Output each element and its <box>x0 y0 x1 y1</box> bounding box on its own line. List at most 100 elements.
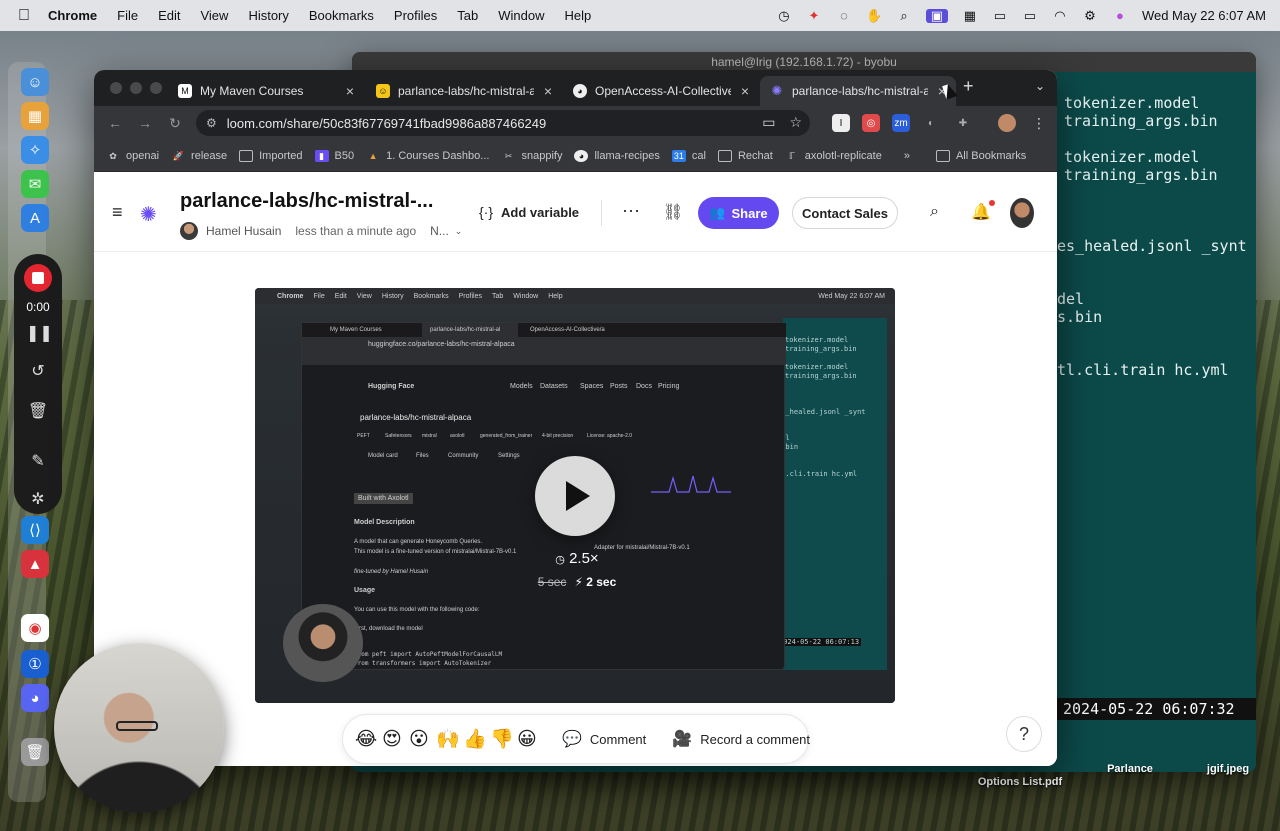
menu-window[interactable]: Window <box>498 8 544 23</box>
tab-loom[interactable]: ✺ parlance-labs/hc-mistral-alp × <box>760 76 956 106</box>
draw-pen-icon[interactable]: ✎ <box>26 450 50 474</box>
thumbs-up-reaction-icon[interactable]: 👍 <box>463 727 487 751</box>
video-player[interactable]: Chrome File Edit View History Bookmarks … <box>255 288 895 703</box>
bookmark-item[interactable]: 🚀 release <box>171 150 227 162</box>
wifi-icon[interactable]: ◠ <box>1052 8 1068 23</box>
red-app-icon[interactable]: ▲ <box>21 550 49 578</box>
play-button[interactable] <box>535 456 615 536</box>
presenter-webcam[interactable] <box>54 643 224 813</box>
close-tab-icon[interactable]: × <box>741 83 749 99</box>
copy-link-icon[interactable]: ⛓ <box>663 202 683 222</box>
chrome-icon[interactable]: ◉ <box>21 614 49 642</box>
display-icon[interactable]: ▭ <box>992 8 1008 23</box>
discord-icon[interactable]: ◕ <box>21 684 49 712</box>
record-comment-button[interactable]: 🎥 Record a comment <box>672 729 810 749</box>
cast-icon[interactable]: ▭ <box>762 114 775 131</box>
tab-maven-courses[interactable]: M My Maven Courses × <box>168 76 364 106</box>
bookmark-item[interactable]: ✂ snappify <box>501 150 563 162</box>
all-bookmarks[interactable]: All Bookmarks <box>935 149 1026 162</box>
surprised-reaction-icon[interactable]: 😮 <box>409 728 429 751</box>
messages-icon[interactable]: ✉ <box>21 170 49 198</box>
back-icon[interactable]: ← <box>106 115 124 131</box>
bookmark-item[interactable]: 31 cal <box>671 149 706 162</box>
menu-app-name[interactable]: Chrome <box>48 8 97 23</box>
forward-icon[interactable]: → <box>136 115 154 131</box>
vscode-icon[interactable]: ⟨⟩ <box>21 516 49 544</box>
chrome-menu-icon[interactable]: ⋮ <box>1030 114 1048 132</box>
finder-icon[interactable]: ☺ <box>21 68 49 96</box>
share-button[interactable]: 👥 Share <box>698 197 779 229</box>
bookmark-item[interactable]: ℾaxolotl-replicate <box>785 150 882 162</box>
chevron-down-icon[interactable]: ⌄ <box>455 226 463 237</box>
clock-status-icon[interactable]: ◷ <box>776 8 792 23</box>
bookmark-item[interactable]: Imported <box>239 149 303 162</box>
trash-icon[interactable]: 🗑 <box>21 738 49 766</box>
bookmark-item[interactable]: ◕ llama-recipes <box>574 149 660 162</box>
safari-icon[interactable]: ✧ <box>21 136 49 164</box>
desktop-file-label[interactable]: jgif.jpeg <box>1198 763 1258 775</box>
author-name[interactable]: Hamel Husain <box>206 224 281 238</box>
menu-profiles[interactable]: Profiles <box>394 8 437 23</box>
zoom-window-button[interactable] <box>150 82 162 94</box>
thumbs-down-reaction-icon[interactable]: 👎 <box>490 727 514 751</box>
desktop-file-label[interactable]: Options List.pdf <box>975 776 1065 788</box>
more-bookmarks-icon[interactable]: » <box>904 150 910 162</box>
menu-file[interactable]: File <box>117 8 138 23</box>
reload-icon[interactable]: ↻ <box>166 115 184 132</box>
menu-help[interactable]: Help <box>565 8 592 23</box>
stop-recording-button[interactable] <box>24 264 52 292</box>
desktop-file-label[interactable]: Parlance <box>1100 763 1160 775</box>
profile-avatar[interactable] <box>998 114 1016 132</box>
minimize-window-button[interactable] <box>130 82 142 94</box>
app-store-icon[interactable]: A <box>21 204 49 232</box>
search-icon[interactable]: ⌕ <box>896 8 912 23</box>
siri-icon[interactable]: ● <box>1112 8 1128 23</box>
close-tab-icon[interactable]: × <box>544 83 552 99</box>
more-options-icon[interactable]: ··· <box>622 200 640 221</box>
dropbox-icon[interactable]: ✦ <box>806 8 822 23</box>
speed-indicator[interactable]: ◷ 2.5× 5 sec ⚡ 2 sec <box>537 550 617 598</box>
pause-icon[interactable]: ❚❚ <box>26 322 53 346</box>
new-tab-button[interactable]: + <box>963 76 974 97</box>
raised-hands-reaction-icon[interactable]: 🙌 <box>436 727 460 751</box>
launchpad-icon[interactable]: ▦ <box>21 102 49 130</box>
menu-history[interactable]: History <box>248 8 288 23</box>
notifications-bell-icon[interactable]: 🔔 <box>971 200 995 222</box>
video-title[interactable]: parlance-labs/hc-mistral-... <box>180 190 433 213</box>
folder-selector[interactable]: N... <box>430 224 449 238</box>
bookmark-star-icon[interactable]: ☆ <box>789 114 802 131</box>
grid-icon[interactable]: ▦ <box>962 8 978 23</box>
extension-moon-icon[interactable]: ◐ <box>922 114 940 132</box>
tab-github[interactable]: ◕ OpenAccess-AI-Collective/a × <box>563 76 759 106</box>
tab-search-chevron-icon[interactable]: ⌄ <box>1035 79 1045 93</box>
close-tab-icon[interactable]: × <box>346 83 354 99</box>
close-window-button[interactable] <box>110 82 122 94</box>
hand-icon[interactable]: ✋ <box>866 8 882 23</box>
apple-icon[interactable]:  <box>18 7 34 24</box>
effects-icon[interactable]: ✲ <box>26 488 50 512</box>
bookmark-item[interactable]: ✿ openai <box>106 150 159 162</box>
add-variable-button[interactable]: {·} Add variable <box>479 204 579 220</box>
zoom-extension-icon[interactable]: zm <box>892 114 910 132</box>
sync-icon[interactable]: ◌ <box>836 8 852 23</box>
heart-eyes-reaction-icon[interactable]: 😍 <box>382 728 402 751</box>
bookmark-item[interactable]: ▮ B50 <box>314 149 354 162</box>
menu-edit[interactable]: Edit <box>158 8 180 23</box>
search-icon[interactable]: ⌕ <box>930 203 939 221</box>
help-button[interactable]: ? <box>1006 716 1042 752</box>
instapaper-icon[interactable]: I <box>832 114 850 132</box>
menu-bookmarks[interactable]: Bookmarks <box>309 8 374 23</box>
user-avatar[interactable] <box>1010 198 1034 228</box>
menu-clock[interactable]: Wed May 22 6:07 AM <box>1142 8 1266 23</box>
battery-icon[interactable]: ▭ <box>1022 8 1038 23</box>
contact-sales-button[interactable]: Contact Sales <box>792 197 898 229</box>
restart-icon[interactable]: ↺ <box>26 360 50 384</box>
menu-view[interactable]: View <box>200 8 228 23</box>
laugh-reaction-icon[interactable]: 😂 <box>355 728 377 751</box>
loom-logo-icon[interactable]: ✺ <box>140 202 157 227</box>
extension-icon[interactable]: ◎ <box>862 114 880 132</box>
control-center-icon[interactable]: ⚙ <box>1082 8 1098 23</box>
url-text[interactable]: loom.com/share/50c83f67769741fbad9986a88… <box>227 116 546 131</box>
comment-button[interactable]: 💬 Comment <box>562 729 646 749</box>
site-info-icon[interactable]: ⚙ <box>206 116 217 130</box>
